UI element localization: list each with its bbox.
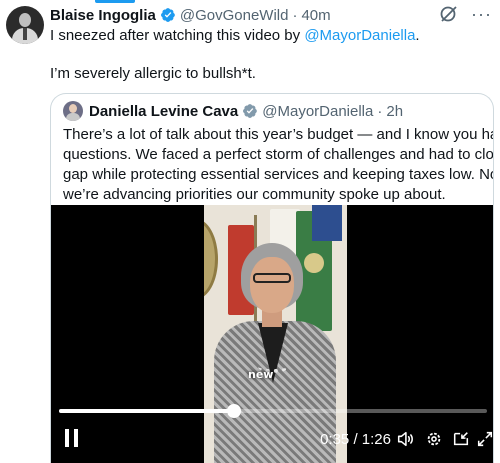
quoted-post[interactable]: Daniella Levine Cava @MayorDaniella · 2h… (50, 93, 494, 463)
quoted-text-line: we’re advancing priorities our community… (63, 186, 446, 203)
post-text-suffix: . (415, 27, 420, 44)
post-text-line1: I sneezed after watching this video by @… (50, 26, 490, 46)
fullscreen-icon[interactable] (476, 430, 494, 448)
avatar[interactable] (6, 6, 44, 44)
quoted-avatar[interactable] (63, 101, 83, 121)
quoted-post-header: Daniella Levine Cava @MayorDaniella · 2h (63, 100, 403, 122)
video-timecode: 0:35 / 1:26 (320, 431, 391, 448)
post-text: I sneezed after watching this video by @… (50, 26, 490, 84)
verified-badge-icon (160, 8, 175, 22)
author-name[interactable]: Blaise Ingoglia (50, 7, 156, 24)
pause-icon[interactable] (65, 429, 79, 447)
settings-icon[interactable] (425, 430, 443, 448)
more-options-icon[interactable]: ··· (471, 4, 492, 24)
time-separator: / (349, 431, 362, 448)
seek-bar[interactable] (59, 404, 487, 418)
video-player[interactable]: new 0:35 / 1:26 (51, 205, 494, 463)
duration: 1:26 (361, 431, 391, 448)
top-accent-bar (95, 0, 135, 3)
quoted-post-text: There’s a lot of talk about this year’s … (63, 125, 494, 205)
video-controls: 0:35 / 1:26 (51, 425, 494, 455)
volume-icon[interactable] (396, 430, 414, 448)
quoted-text-line: There’s a lot of talk about this year’s … (63, 126, 494, 143)
separator-dot: · (292, 6, 298, 24)
separator-dot: · (377, 102, 383, 120)
quoted-timestamp[interactable]: 2h (386, 103, 403, 120)
quoted-author-name[interactable]: Daniella Levine Cava (89, 103, 238, 120)
post-timestamp[interactable]: 40m (301, 7, 330, 24)
pip-icon[interactable] (452, 430, 470, 448)
post-text-line2: I’m severely allergic to bullsh*t. (50, 65, 256, 82)
video-caption: new (248, 368, 274, 381)
current-time: 0:35 (320, 431, 350, 448)
quoted-author-handle[interactable]: @MayorDaniella (262, 103, 373, 120)
post-header-actions: ··· (439, 4, 492, 24)
quoted-text-line: questions. We faced a perfect storm of c… (63, 146, 494, 163)
author-handle[interactable]: @GovGoneWild (180, 7, 289, 24)
mention-link[interactable]: @MayorDaniella (304, 27, 415, 44)
verified-badge-icon (243, 104, 258, 118)
quoted-text-line: gap while protecting essential services … (63, 166, 494, 183)
post-text-prefix: I sneezed after watching this video by (50, 27, 305, 44)
post-header: Blaise Ingoglia @GovGoneWild · 40m (50, 5, 331, 25)
seek-bar-progress (59, 409, 235, 413)
grok-icon[interactable] (439, 4, 459, 24)
